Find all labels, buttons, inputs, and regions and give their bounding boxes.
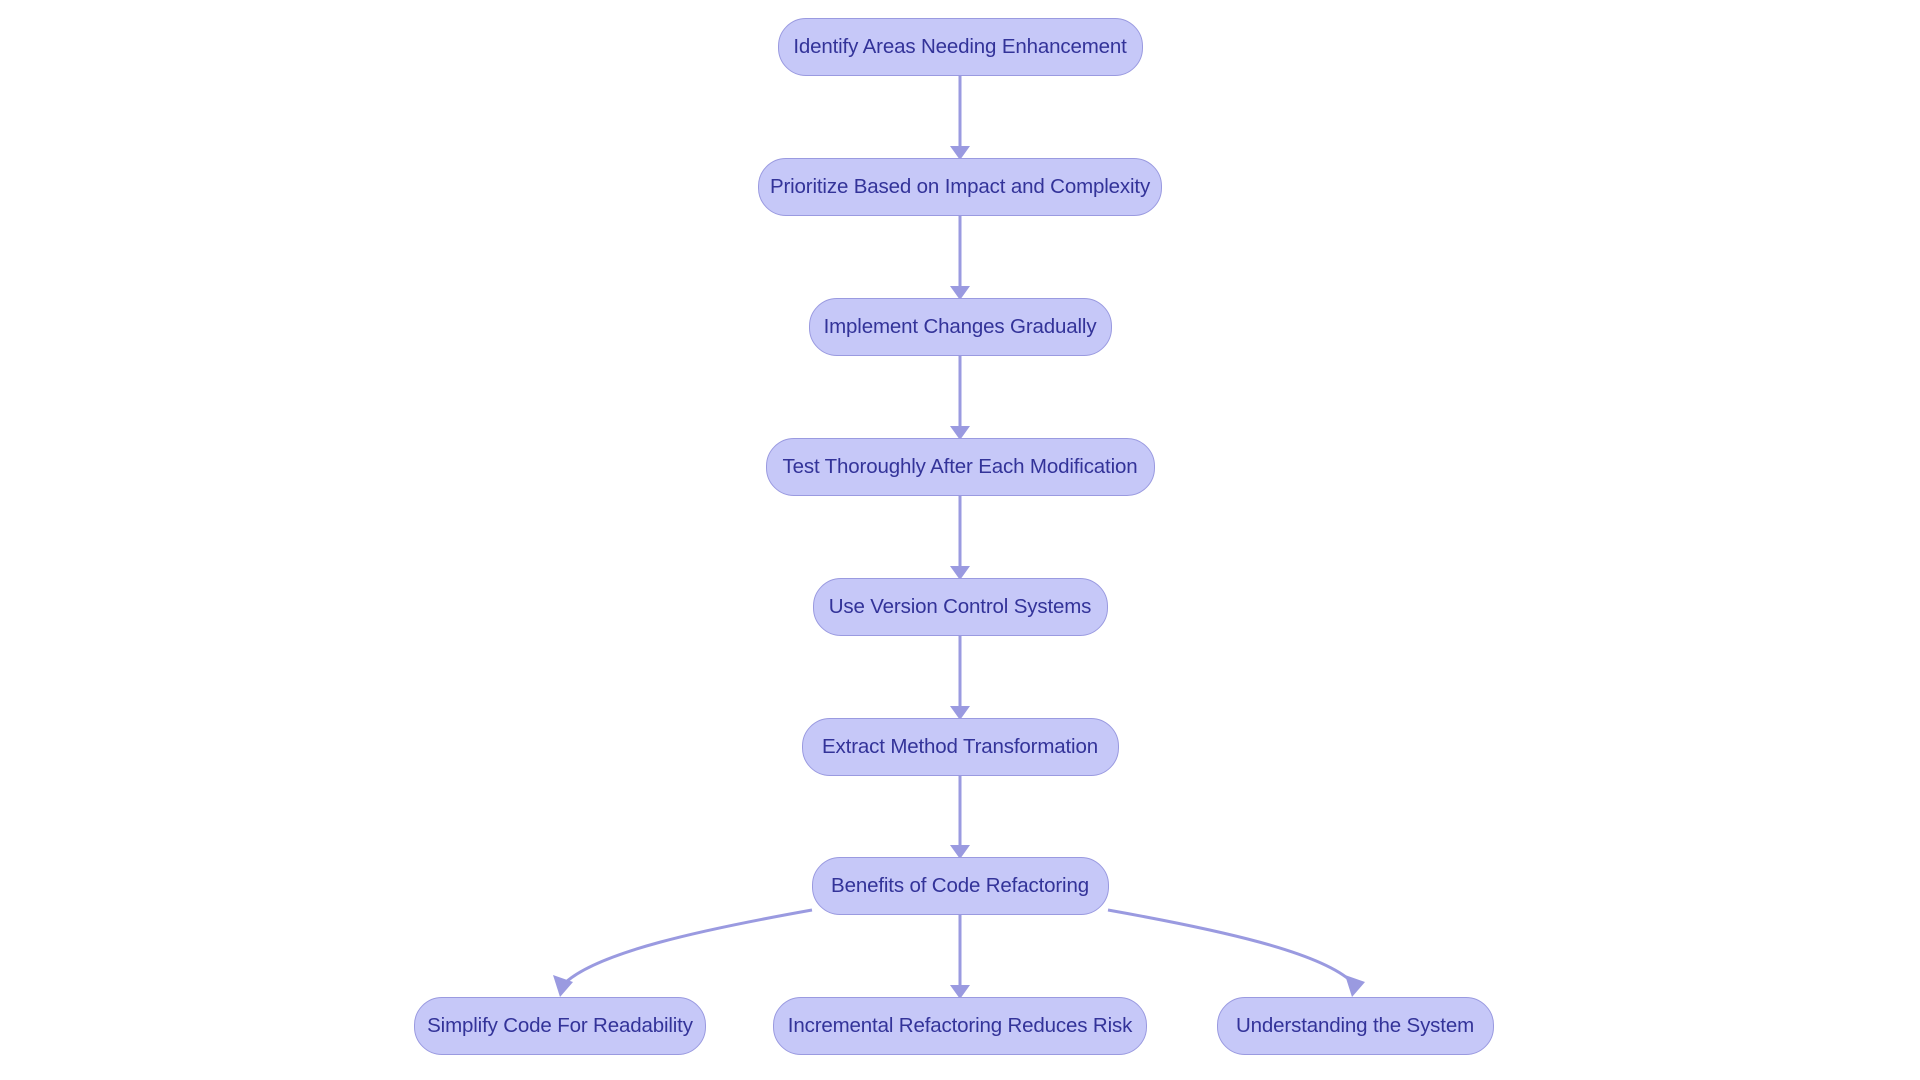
node-benefits[interactable]: Benefits of Code Refactoring (811, 857, 1109, 915)
node-layer: Identify Areas Needing Enhancement Prior… (0, 0, 1920, 1080)
node-implement-changes[interactable]: Implement Changes Gradually (808, 298, 1112, 356)
node-label: Prioritize Based on Impact and Complexit… (769, 174, 1151, 198)
node-label: Extract Method Transformation (822, 734, 1098, 758)
node-test-thoroughly[interactable]: Test Thoroughly After Each Modification (765, 438, 1155, 496)
node-prioritize[interactable]: Prioritize Based on Impact and Complexit… (758, 158, 1162, 216)
node-understanding-system[interactable]: Understanding the System (1216, 997, 1494, 1055)
node-label: Use Version Control Systems (828, 594, 1092, 618)
node-label: Understanding the System (1236, 1013, 1474, 1037)
node-label: Identify Areas Needing Enhancement (793, 34, 1127, 58)
node-label: Test Thoroughly After Each Modification (782, 454, 1138, 478)
node-label: Benefits of Code Refactoring (831, 873, 1089, 897)
node-label: Implement Changes Gradually (823, 314, 1097, 338)
node-identify-areas[interactable]: Identify Areas Needing Enhancement (777, 18, 1143, 76)
node-version-control[interactable]: Use Version Control Systems (812, 578, 1108, 636)
flowchart-canvas: Identify Areas Needing Enhancement Prior… (0, 0, 1920, 1080)
node-label: Simplify Code For Readability (427, 1013, 693, 1037)
node-incremental-refactoring[interactable]: Incremental Refactoring Reduces Risk (773, 997, 1147, 1055)
node-extract-method[interactable]: Extract Method Transformation (801, 718, 1119, 776)
node-label: Incremental Refactoring Reduces Risk (787, 1013, 1133, 1037)
node-simplify-code[interactable]: Simplify Code For Readability (414, 997, 706, 1055)
